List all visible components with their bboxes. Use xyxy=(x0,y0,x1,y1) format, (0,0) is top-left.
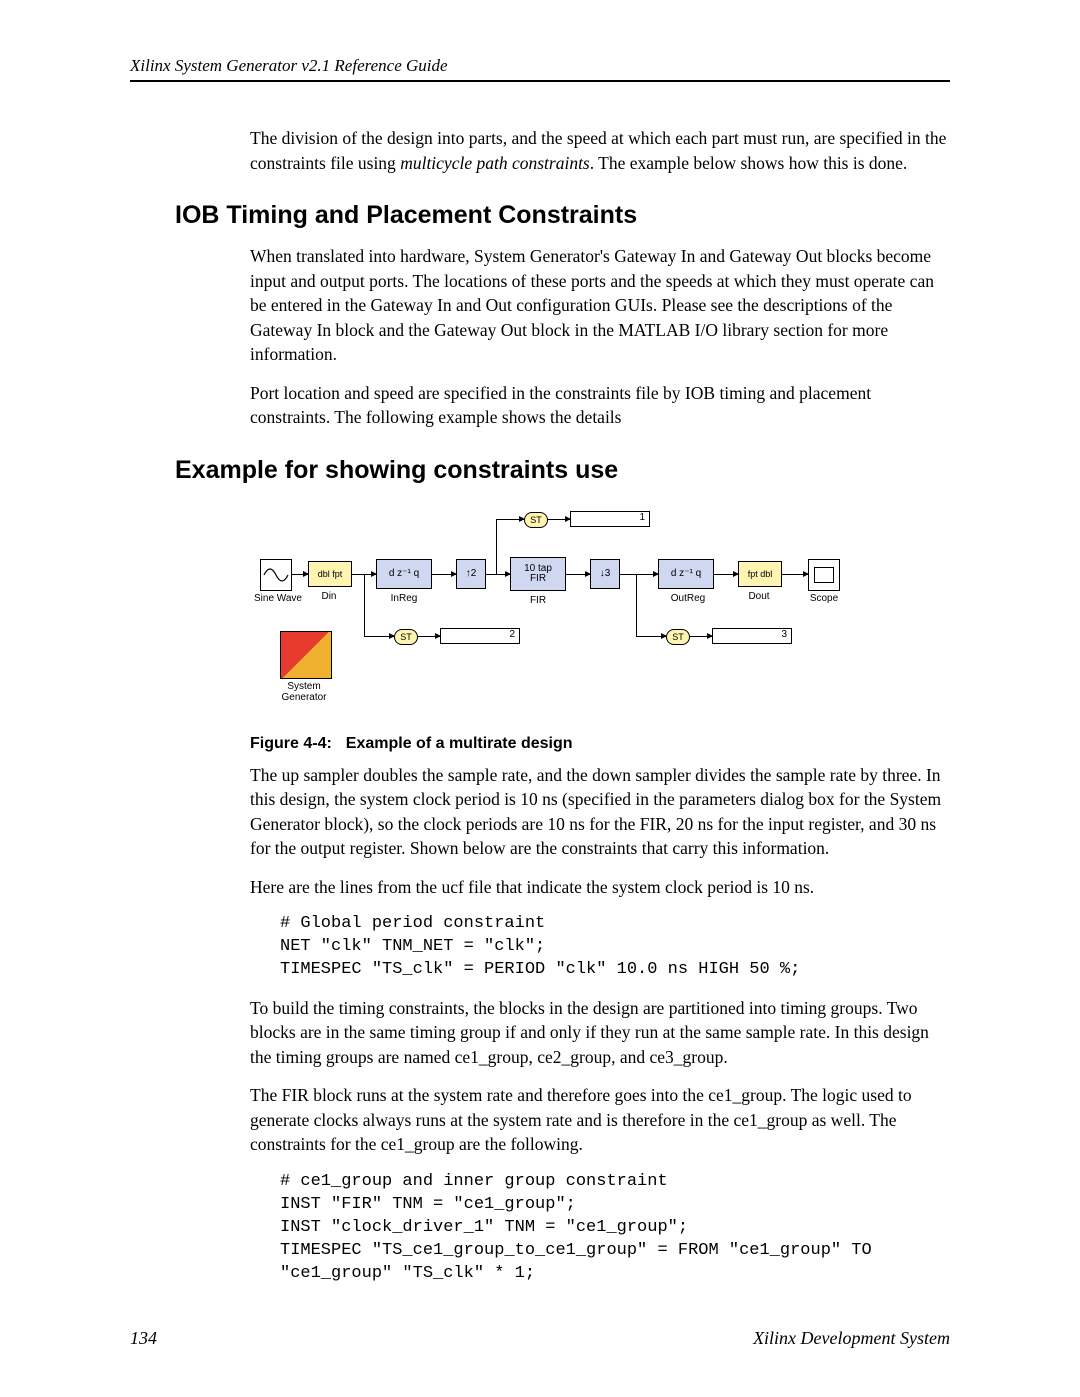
arrow xyxy=(620,574,658,575)
cap-1: 1 xyxy=(570,511,650,527)
page-number: 134 xyxy=(130,1328,157,1349)
inreg-block: d z⁻¹ q xyxy=(376,559,432,589)
vline xyxy=(636,574,637,636)
arrow xyxy=(782,574,808,575)
fpt-dbl-block: fpt dbl xyxy=(738,561,782,587)
arrow xyxy=(690,636,712,637)
arrow xyxy=(364,636,394,637)
vline xyxy=(496,519,497,574)
arrow xyxy=(432,574,456,575)
st-box-2: ST xyxy=(394,629,418,645)
arrow xyxy=(566,574,590,575)
iob-paragraph-1: When translated into hardware, System Ge… xyxy=(250,244,950,367)
figure-caption: Figure 4-4: Example of a multirate design xyxy=(250,735,950,753)
dbl-fpt-block: dbl fpt xyxy=(308,561,352,587)
fir-group-paragraph: The FIR block runs at the system rate an… xyxy=(250,1083,950,1157)
intro-tail: . The example below shows how this is do… xyxy=(590,153,908,173)
st-box-1: ST xyxy=(524,512,548,528)
figure-title: Example of a multirate design xyxy=(346,735,573,752)
outreg-block: d z⁻¹ q xyxy=(658,559,714,589)
fir-label: FIR xyxy=(526,595,550,606)
heading-example: Example for showing constraints use xyxy=(175,456,950,485)
outreg-label: OutReg xyxy=(668,593,708,604)
st-box-3: ST xyxy=(666,629,690,645)
sysgen-block xyxy=(280,631,332,679)
fir-top-text: 10 tap xyxy=(524,564,552,574)
cap-2: 2 xyxy=(440,628,520,644)
intro-block: The division of the design into parts, a… xyxy=(250,126,950,175)
fir-bot-text: FIR xyxy=(530,574,546,584)
downsample-block: ↓3 xyxy=(590,559,620,589)
sine-wave-label: Sine Wave xyxy=(254,593,302,604)
fir-block: 10 tap FIR xyxy=(510,557,566,591)
scope-label: Scope xyxy=(806,593,842,604)
page-header: Xilinx System Generator v2.1 Reference G… xyxy=(130,56,950,82)
iob-paragraph-2: Port location and speed are specified in… xyxy=(250,381,950,430)
iob-block: When translated into hardware, System Ge… xyxy=(250,244,950,430)
din-label: Din xyxy=(314,591,344,602)
arrow xyxy=(418,636,440,637)
sysgen-label-bot: Generator xyxy=(281,692,326,703)
upsample-block: ↑2 xyxy=(456,559,486,589)
intro-emphasis: multicycle path constraints xyxy=(400,153,590,173)
ucf-intro-paragraph: Here are the lines from the ucf file tha… xyxy=(250,875,950,900)
timing-groups-paragraph: To build the timing constraints, the blo… xyxy=(250,996,950,1070)
sine-icon xyxy=(262,561,290,589)
dout-label: Dout xyxy=(744,591,774,602)
arrow xyxy=(486,574,510,575)
multirate-diagram: Sine Wave dbl fpt Din d z⁻¹ q InReg ↑2 1… xyxy=(260,501,850,721)
intro-paragraph: The division of the design into parts, a… xyxy=(250,126,950,175)
figure-number: Figure 4-4: xyxy=(250,735,332,752)
inreg-label: InReg xyxy=(386,593,422,604)
vline xyxy=(364,574,365,636)
arrow xyxy=(496,519,524,520)
sysgen-label-top: System xyxy=(287,681,320,692)
figure-block: Sine Wave dbl fpt Din d z⁻¹ q InReg ↑2 1… xyxy=(250,501,950,753)
arrow xyxy=(548,519,570,520)
arrow xyxy=(292,574,308,575)
heading-iob: IOB Timing and Placement Constraints xyxy=(175,201,950,230)
footer-system-name: Xilinx Development System xyxy=(753,1328,950,1349)
sine-wave-block xyxy=(260,559,292,591)
arrow xyxy=(636,636,666,637)
post-figure-block: The up sampler doubles the sample rate, … xyxy=(250,763,950,1286)
sysgen-label: System Generator xyxy=(272,681,336,703)
scope-block xyxy=(808,559,840,591)
arrow xyxy=(714,574,738,575)
upsampler-paragraph: The up sampler doubles the sample rate, … xyxy=(250,763,950,861)
code-block-1: # Global period constraint NET "clk" TNM… xyxy=(280,913,950,982)
page-footer: 134 Xilinx Development System xyxy=(130,1328,950,1349)
code-block-2: # ce1_group and inner group constraint I… xyxy=(280,1171,950,1286)
cap-3: 3 xyxy=(712,628,792,644)
document-page: Xilinx System Generator v2.1 Reference G… xyxy=(0,0,1080,1397)
